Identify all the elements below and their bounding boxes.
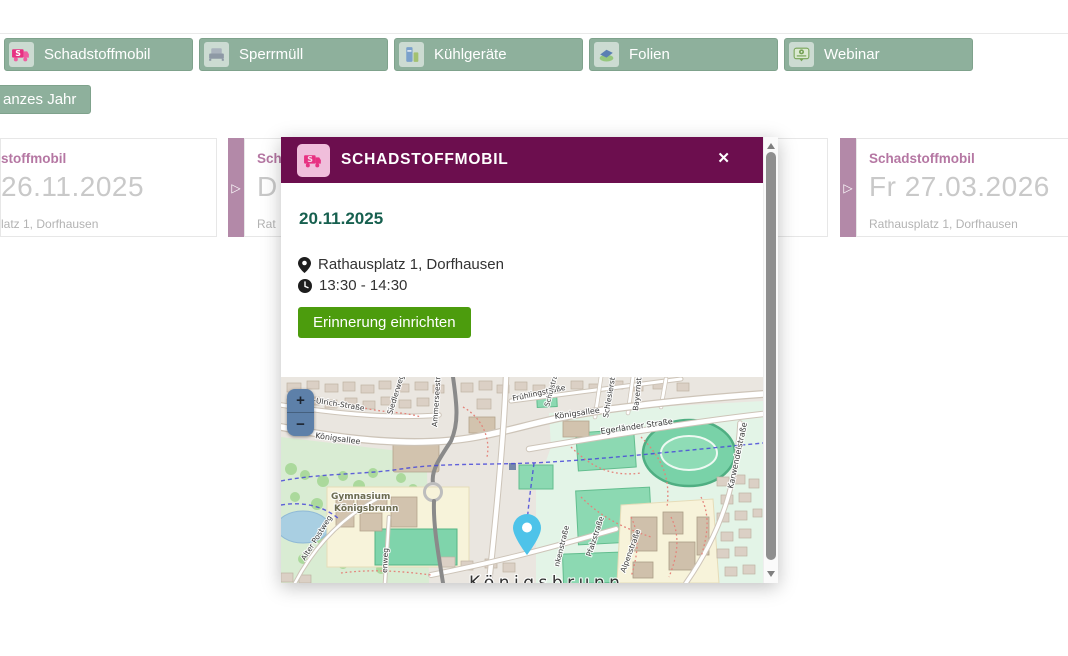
zoom-in-button[interactable]: + xyxy=(287,389,314,413)
reminder-button[interactable]: Erinnerung einrichten xyxy=(298,307,471,338)
clock-icon xyxy=(298,279,312,293)
event-card[interactable]: Schadstoffmobil Fr 27.03.2026 Rathauspla… xyxy=(856,138,1068,237)
card-title: stoffmobil xyxy=(1,151,66,166)
filter-label: Folien xyxy=(629,46,670,63)
filter-sperrmuell-button[interactable]: Sperrmüll xyxy=(199,38,388,71)
filter-folien-button[interactable]: Folien xyxy=(589,38,778,71)
event-location: Rathausplatz 1, Dorfhausen xyxy=(318,256,504,273)
modal-title: SCHADSTOFFMOBIL xyxy=(341,151,509,169)
filter-label: Kühlgeräte xyxy=(434,46,507,63)
zoom-out-button[interactable]: − xyxy=(287,413,314,436)
event-time: 13:30 - 14:30 xyxy=(319,277,407,294)
play-arrow-icon: ▷ xyxy=(843,181,852,195)
card-title: Schadstoffmobil xyxy=(869,151,975,166)
map-street-label: Gymnasium xyxy=(331,492,390,502)
top-divider xyxy=(0,33,1068,34)
scrollbar-thumb[interactable] xyxy=(766,152,776,560)
truck-icon: S xyxy=(297,144,330,177)
fridge-icon xyxy=(399,42,424,67)
card-date: Fr 27.03.2026 xyxy=(869,171,1050,203)
close-icon[interactable]: ✕ xyxy=(717,149,730,167)
location-pin-icon xyxy=(298,257,311,273)
event-time-row: 13:30 - 14:30 xyxy=(298,277,407,294)
card-accent-strip[interactable]: ▷ xyxy=(840,138,856,237)
foil-icon xyxy=(594,42,619,67)
whole-year-button[interactable]: anzes Jahr xyxy=(0,85,91,114)
svg-text:S: S xyxy=(15,49,21,58)
modal-scrollbar[interactable] xyxy=(763,137,778,583)
map-street-label: Königsbrunn xyxy=(334,504,398,514)
filter-schadstoffmobil-button[interactable]: S Schadstoffmobil xyxy=(4,38,193,71)
event-detail-modal: S SCHADSTOFFMOBIL ✕ 20.11.2025 Rathauspl… xyxy=(281,137,778,583)
filter-label: Schadstoffmobil xyxy=(44,46,150,63)
truck-icon: S xyxy=(9,42,34,67)
webinar-icon xyxy=(789,42,814,67)
scroll-up-arrow-icon[interactable] xyxy=(767,143,775,149)
card-date: 26.11.2025 xyxy=(1,171,144,203)
event-location-row: Rathausplatz 1, Dorfhausen xyxy=(298,256,504,273)
filter-webinar-button[interactable]: Webinar xyxy=(784,38,973,71)
map-canvas: St.-Ulrich-StraßeKönigsalleeSiedlerwegAm… xyxy=(281,377,763,583)
card-accent-strip[interactable]: ▷ xyxy=(228,138,244,237)
filter-label: Sperrmüll xyxy=(239,46,303,63)
event-date: 20.11.2025 xyxy=(299,209,383,229)
card-location: Rathausplatz 1, Dorfhausen xyxy=(869,217,1018,231)
scroll-down-arrow-icon[interactable] xyxy=(767,571,775,577)
card-location: latz 1, Dorfhausen xyxy=(1,217,98,231)
map-street-label: enweg xyxy=(380,548,390,574)
map-zoom-control: + − xyxy=(287,389,314,436)
play-arrow-icon: ▷ xyxy=(231,181,240,195)
svg-text:S: S xyxy=(307,155,313,164)
map[interactable]: + − xyxy=(281,377,763,583)
filter-kuehlgeraete-button[interactable]: Kühlgeräte xyxy=(394,38,583,71)
sofa-icon xyxy=(204,42,229,67)
card-date: D xyxy=(257,171,278,203)
event-card[interactable]: stoffmobil 26.11.2025 latz 1, Dorfhausen xyxy=(0,138,217,237)
card-title: Sch xyxy=(257,151,282,166)
card-location: Rat xyxy=(257,217,276,231)
filter-label: Webinar xyxy=(824,46,880,63)
modal-header: S SCHADSTOFFMOBIL ✕ xyxy=(281,137,763,183)
filter-bar: S Schadstoffmobil Sperrmüll Kühlgeräte F… xyxy=(4,38,973,71)
map-street-label: Königsbrunn xyxy=(469,573,624,583)
